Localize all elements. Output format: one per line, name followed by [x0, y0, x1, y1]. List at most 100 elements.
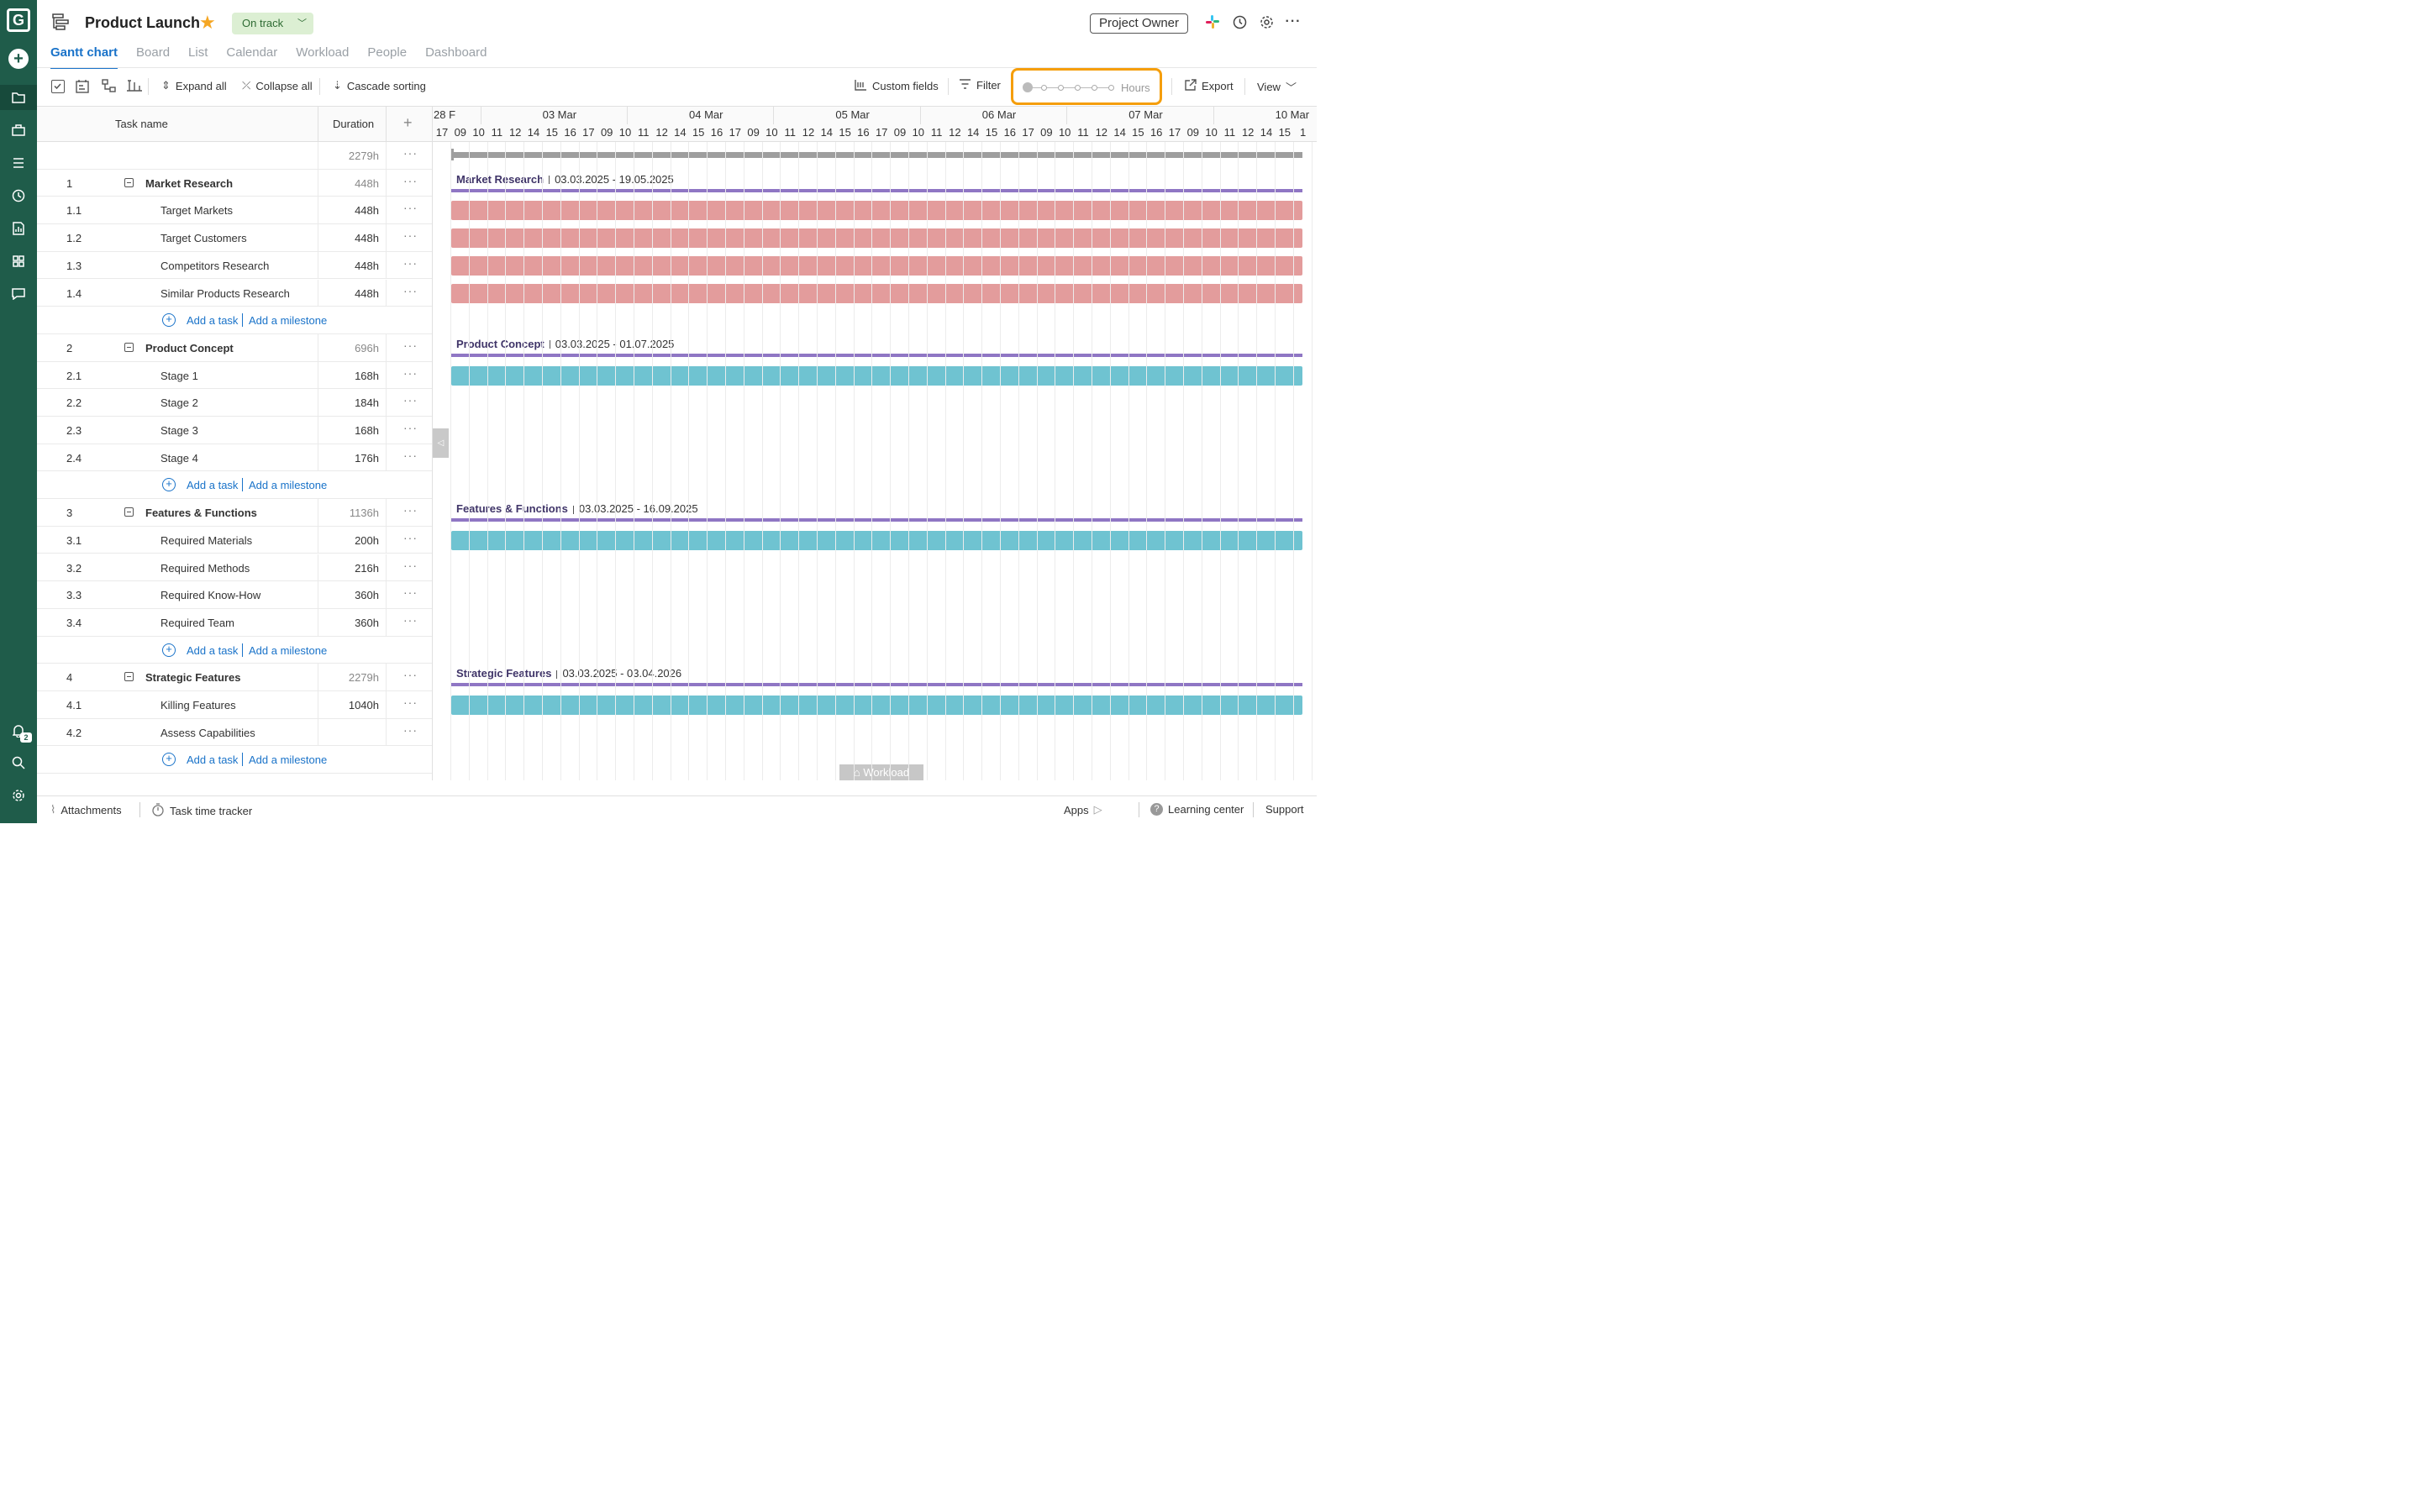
- task-name[interactable]: Required Know-How: [160, 589, 260, 601]
- more-options-icon[interactable]: ···: [1286, 14, 1301, 29]
- zoom-step[interactable]: [1058, 85, 1064, 91]
- favorite-star-icon[interactable]: ★: [199, 12, 216, 34]
- task-duration[interactable]: 168h: [355, 370, 379, 382]
- settings-gear-icon[interactable]: [0, 783, 37, 808]
- apps-link[interactable]: Apps ▷: [1064, 803, 1107, 816]
- create-new-icon[interactable]: +: [8, 49, 29, 69]
- task-name[interactable]: Competitors Research: [160, 260, 269, 272]
- tab-list[interactable]: List: [188, 45, 208, 67]
- task-name[interactable]: Required Methods: [160, 562, 250, 575]
- add-column-icon[interactable]: +: [403, 114, 413, 132]
- row-menu-icon[interactable]: ···: [403, 613, 418, 627]
- task-row[interactable]: 2.3 Stage 3 168h ···: [37, 417, 432, 444]
- zoom-slider-track[interactable]: [1027, 87, 1114, 88]
- row-menu-icon[interactable]: ···: [403, 228, 418, 242]
- export-button[interactable]: Export: [1185, 79, 1234, 93]
- projects-icon[interactable]: [0, 85, 37, 110]
- project-total-row[interactable]: 2279h ···: [37, 142, 432, 170]
- task-duration[interactable]: 360h: [355, 589, 379, 601]
- dependencies-icon[interactable]: [102, 79, 116, 92]
- task-duration[interactable]: 448h: [355, 204, 379, 217]
- reports-icon[interactable]: [0, 216, 37, 241]
- collapse-group-icon[interactable]: [124, 177, 134, 187]
- row-menu-icon[interactable]: ···: [403, 723, 418, 737]
- group-name[interactable]: Strategic Features: [145, 671, 240, 684]
- row-menu-icon[interactable]: ···: [403, 256, 418, 270]
- gantt-group-label[interactable]: Features & Functions 03.03.2025 - 16.09.2…: [456, 502, 698, 515]
- project-owner-button[interactable]: Project Owner: [1090, 13, 1188, 34]
- task-row[interactable]: 3.2 Required Methods 216h ···: [37, 554, 432, 582]
- row-menu-icon[interactable]: ···: [403, 421, 418, 434]
- tab-dashboard[interactable]: Dashboard: [425, 45, 487, 67]
- task-name[interactable]: Required Team: [160, 617, 234, 629]
- task-name[interactable]: Target Markets: [160, 204, 233, 217]
- project-status-dropdown[interactable]: On track ﹀: [232, 13, 313, 34]
- row-menu-icon[interactable]: ···: [403, 668, 418, 681]
- task-name[interactable]: Stage 3: [160, 424, 198, 437]
- group-name[interactable]: Features & Functions: [145, 507, 257, 519]
- gantt-group-label[interactable]: Market Research 03.03.2025 - 19.05.2025: [456, 173, 674, 186]
- add-plus-icon[interactable]: +: [162, 643, 176, 657]
- task-row[interactable]: 1.4 Similar Products Research 448h ···: [37, 279, 432, 307]
- tab-workload[interactable]: Workload: [296, 45, 349, 67]
- view-dropdown[interactable]: View ﹀: [1257, 79, 1297, 95]
- support-link[interactable]: Support: [1265, 803, 1304, 816]
- task-duration[interactable]: 1040h: [349, 699, 379, 711]
- project-settings-gear-icon[interactable]: [1259, 14, 1274, 29]
- group-row[interactable]: 3 Features & Functions 1136h ···: [37, 499, 432, 527]
- add-plus-icon[interactable]: +: [162, 313, 176, 328]
- add-milestone-link[interactable]: Add a milestone: [249, 479, 327, 491]
- project-title[interactable]: Product Launch: [85, 14, 200, 32]
- tab-board[interactable]: Board: [136, 45, 170, 67]
- portfolio-icon[interactable]: [0, 118, 37, 143]
- task-row[interactable]: 1.3 Competitors Research 448h ···: [37, 251, 432, 280]
- row-menu-icon[interactable]: ···: [403, 339, 418, 352]
- baseline-icon[interactable]: [76, 79, 91, 93]
- tab-people[interactable]: People: [367, 45, 407, 67]
- task-row[interactable]: 3.4 Required Team 360h ···: [37, 608, 432, 637]
- add-milestone-link[interactable]: Add a milestone: [249, 644, 327, 657]
- task-duration[interactable]: 448h: [355, 260, 379, 272]
- group-name[interactable]: Product Concept: [145, 342, 234, 354]
- filter-button[interactable]: Filter: [959, 79, 1001, 92]
- row-menu-icon[interactable]: ···: [403, 559, 418, 572]
- collapse-group-icon[interactable]: [124, 507, 134, 517]
- task-row[interactable]: 3.1 Required Materials 200h ···: [37, 526, 432, 554]
- apps-grid-icon[interactable]: [0, 249, 37, 274]
- tab-calendar[interactable]: Calendar: [226, 45, 277, 67]
- task-name[interactable]: Killing Features: [160, 699, 236, 711]
- tasks-list-icon[interactable]: [0, 150, 37, 176]
- task-name[interactable]: Stage 2: [160, 396, 198, 409]
- collapse-group-icon[interactable]: [124, 672, 134, 682]
- task-name[interactable]: Stage 4: [160, 452, 198, 465]
- row-menu-icon[interactable]: ···: [403, 449, 418, 462]
- row-menu-icon[interactable]: ···: [403, 174, 418, 187]
- task-name[interactable]: Similar Products Research: [160, 287, 290, 300]
- task-duration[interactable]: 200h: [355, 534, 379, 547]
- zoom-step[interactable]: [1108, 85, 1114, 91]
- history-icon[interactable]: [1232, 14, 1247, 29]
- column-header-duration[interactable]: Duration: [333, 118, 374, 130]
- expand-all-button[interactable]: ⇕ Expand all: [161, 79, 227, 92]
- row-menu-icon[interactable]: ···: [403, 366, 418, 380]
- task-row[interactable]: 2.2 Stage 2 184h ···: [37, 389, 432, 417]
- row-menu-icon[interactable]: ···: [403, 284, 418, 297]
- task-row[interactable]: 3.3 Required Know-How 360h ···: [37, 581, 432, 609]
- select-tasks-checkbox-icon[interactable]: [51, 80, 65, 93]
- task-row[interactable]: 1.2 Target Customers 448h ···: [37, 224, 432, 252]
- group-row[interactable]: 4 Strategic Features 2279h ···: [37, 664, 432, 691]
- add-task-link[interactable]: Add a task: [187, 644, 238, 657]
- group-row[interactable]: 1 Market Research 448h ···: [37, 169, 432, 197]
- google-play-icon[interactable]: ▷: [1094, 803, 1102, 816]
- row-menu-icon[interactable]: ···: [403, 531, 418, 544]
- row-menu-icon[interactable]: ···: [403, 201, 418, 214]
- task-name[interactable]: Stage 1: [160, 370, 198, 382]
- task-duration[interactable]: 184h: [355, 396, 379, 409]
- add-task-link[interactable]: Add a task: [187, 479, 238, 491]
- task-row[interactable]: 4.1 Killing Features 1040h ···: [37, 691, 432, 719]
- task-name[interactable]: Assess Capabilities: [160, 727, 255, 739]
- collapse-grid-handle[interactable]: ◁: [433, 428, 449, 458]
- task-duration[interactable]: 360h: [355, 617, 379, 629]
- task-row[interactable]: 2.1 Stage 1 168h ···: [37, 361, 432, 390]
- task-row[interactable]: 4.2 Assess Capabilities ···: [37, 718, 432, 747]
